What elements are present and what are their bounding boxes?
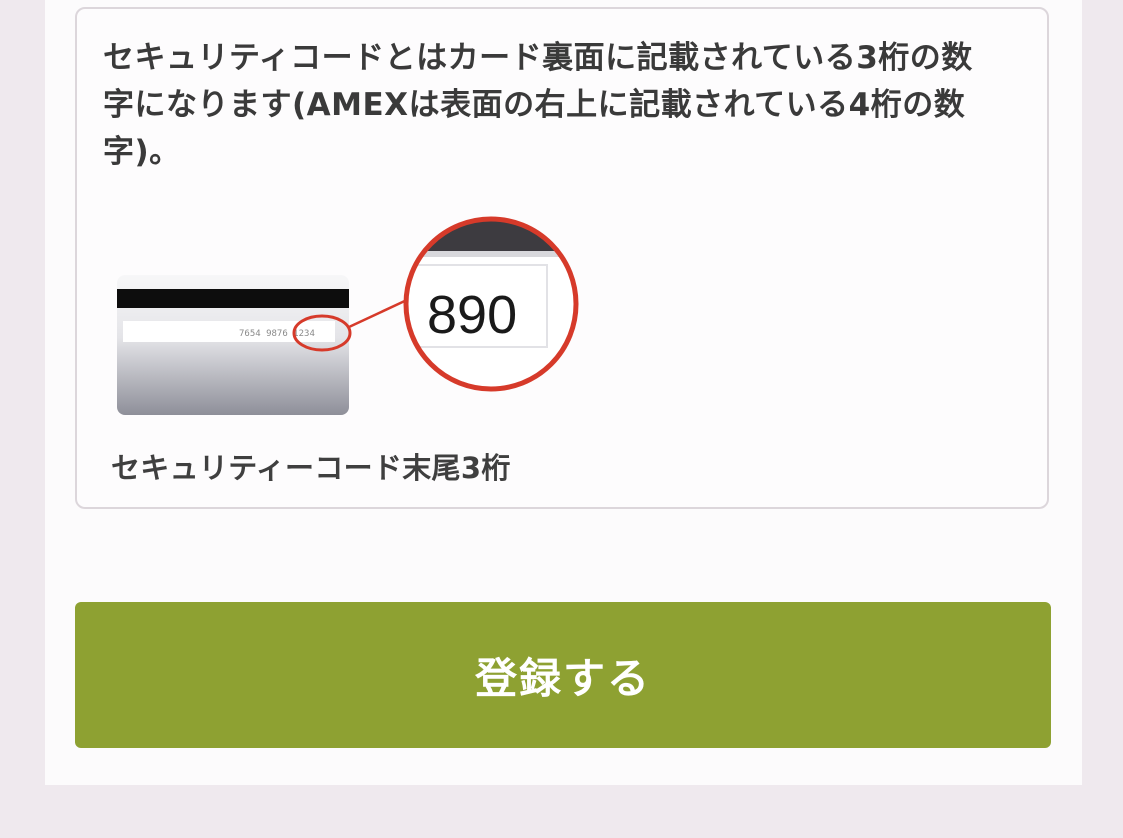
- magnetic-stripe: [117, 289, 349, 308]
- magnifier-connector: [348, 297, 410, 329]
- register-button[interactable]: 登録する: [75, 602, 1051, 748]
- security-code-info-box: セキュリティコードとはカード裏面に記載されている3桁の数字になります(AMEXは…: [75, 7, 1049, 509]
- card-strip-digits: 7654 9876 1234: [239, 329, 315, 339]
- security-code-caption: セキュリティーコード末尾3桁: [111, 451, 511, 485]
- example-security-code: 890: [427, 285, 517, 345]
- security-code-description: セキュリティコードとはカード裏面に記載されている3桁の数字になります(AMEXは…: [103, 40, 973, 170]
- card-back-illustration: 7654 9876 1234 890: [117, 216, 579, 415]
